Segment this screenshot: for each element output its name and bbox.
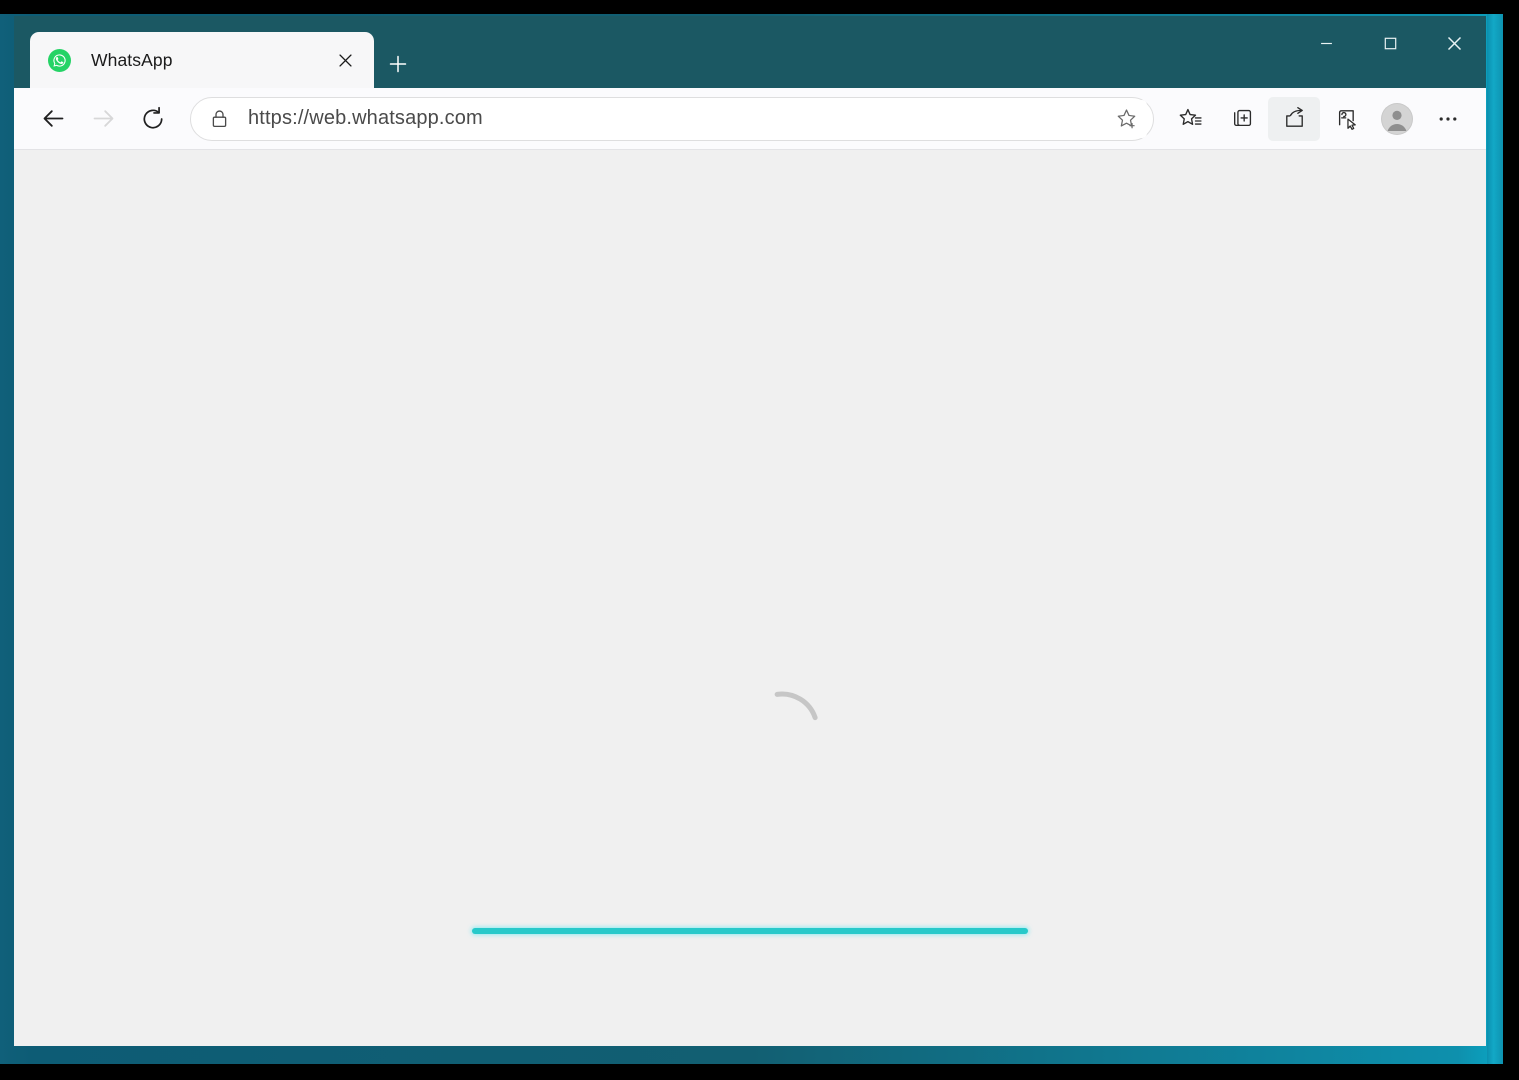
close-icon[interactable] bbox=[330, 45, 360, 75]
refresh-icon[interactable] bbox=[128, 97, 178, 141]
browser-window: WhatsApp https://web.whatsapp.com bbox=[14, 16, 1486, 1046]
whatsapp-icon bbox=[48, 48, 71, 72]
ellipsis-icon[interactable] bbox=[1422, 97, 1474, 141]
loading-progress-fill bbox=[472, 928, 1028, 934]
maximize-button[interactable] bbox=[1358, 16, 1422, 70]
browser-titlebar: WhatsApp bbox=[14, 16, 1486, 88]
new-tab-button[interactable] bbox=[380, 46, 416, 82]
tab-whatsapp[interactable]: WhatsApp bbox=[30, 32, 374, 88]
forward-arrow-icon bbox=[78, 97, 128, 141]
star-plus-icon[interactable] bbox=[1105, 99, 1147, 138]
web-select-icon[interactable] bbox=[1320, 97, 1372, 141]
loading-spinner bbox=[738, 685, 826, 773]
avatar[interactable] bbox=[1381, 102, 1413, 135]
desktop-background: WhatsApp https://web.whatsapp.com bbox=[0, 0, 1519, 1080]
back-arrow-icon[interactable] bbox=[28, 97, 78, 141]
address-bar[interactable]: https://web.whatsapp.com bbox=[190, 96, 1154, 141]
star-list-icon[interactable] bbox=[1164, 97, 1216, 141]
navigation-toolbar: https://web.whatsapp.com bbox=[14, 88, 1486, 150]
minimize-button[interactable] bbox=[1294, 16, 1358, 70]
url-text[interactable]: https://web.whatsapp.com bbox=[248, 107, 1105, 130]
share-icon[interactable] bbox=[1268, 96, 1320, 141]
lock-icon bbox=[209, 108, 230, 129]
page-content bbox=[14, 150, 1486, 1046]
collections-icon[interactable] bbox=[1216, 97, 1268, 141]
window-controls bbox=[1294, 16, 1486, 70]
window-frame-right-edge bbox=[1487, 14, 1503, 1064]
loading-progress-bar bbox=[472, 928, 1028, 934]
tab-title: WhatsApp bbox=[91, 49, 173, 70]
close-window-button[interactable] bbox=[1422, 16, 1486, 70]
